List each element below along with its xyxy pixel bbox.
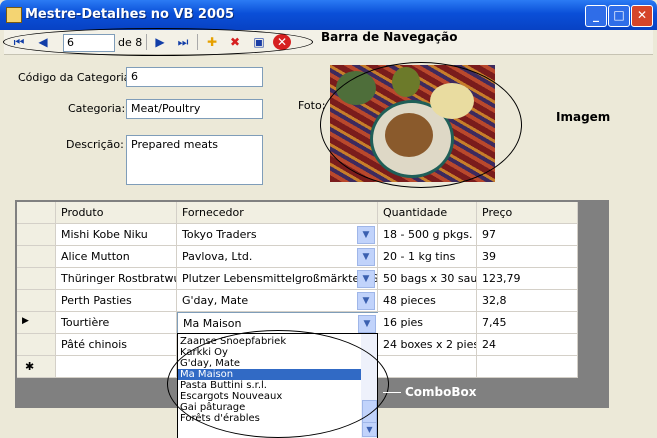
close-button[interactable]: ✕ <box>631 5 653 27</box>
chevron-down-icon[interactable]: ▼ <box>357 292 375 310</box>
header-quantidade[interactable]: Quantidade <box>378 202 477 224</box>
produto-cell[interactable]: Alice Mutton <box>56 246 177 268</box>
row-header[interactable] <box>17 268 56 290</box>
produto-cell[interactable]: Perth Pasties <box>56 290 177 312</box>
produto-cell[interactable]: Mishi Kobe Niku <box>56 224 177 246</box>
image-annotation-ellipse <box>320 62 522 188</box>
preco-cell[interactable] <box>477 356 578 378</box>
app-icon <box>6 7 22 23</box>
quantidade-cell[interactable]: 48 pieces <box>378 290 477 312</box>
descricao-label: Descrição: <box>66 138 124 151</box>
preco-cell[interactable]: 7,45 <box>477 312 578 334</box>
produto-cell[interactable] <box>56 356 177 378</box>
fornecedor-combo[interactable]: Pavlova, Ltd. ▼ <box>177 246 378 268</box>
app-window: Mestre-Detalhes no VB 2005 _ □ ✕ ⏮ ◀ 6 d… <box>0 0 657 438</box>
row-header-corner <box>17 202 56 224</box>
combobox-annotation-ellipse <box>167 330 389 438</box>
chevron-down-icon[interactable]: ▼ <box>357 226 375 244</box>
preco-cell[interactable]: 24 <box>477 334 578 356</box>
quantidade-cell[interactable]: 20 - 1 kg tins <box>378 246 477 268</box>
title-bar[interactable]: Mestre-Detalhes no VB 2005 _ □ ✕ <box>0 0 657 30</box>
preco-cell[interactable]: 97 <box>477 224 578 246</box>
quantidade-cell[interactable]: 18 - 500 g pkgs. <box>378 224 477 246</box>
maximize-button[interactable]: □ <box>608 5 630 27</box>
header-fornecedor[interactable]: Fornecedor <box>177 202 378 224</box>
quantidade-cell[interactable] <box>378 356 477 378</box>
fornecedor-combo[interactable]: G'day, Mate ▼ <box>177 290 378 312</box>
new-row-asterisk-icon[interactable]: ✱ <box>17 356 56 378</box>
preco-cell[interactable]: 39 <box>477 246 578 268</box>
navigation-annotation-ellipse <box>3 28 313 56</box>
chevron-down-icon[interactable]: ▼ <box>357 248 375 266</box>
row-header[interactable] <box>17 246 56 268</box>
codigo-label: Código da Categoria: <box>18 71 135 84</box>
quantidade-cell[interactable]: 50 bags x 30 sau... <box>378 268 477 290</box>
preco-cell[interactable]: 32,8 <box>477 290 578 312</box>
categoria-label: Categoria: <box>68 102 126 115</box>
navigation-annotation-label: Barra de Navegação <box>321 30 458 44</box>
fornecedor-combo[interactable]: Plutzer Lebensmittelgroßmärkte AG ▼ <box>177 268 378 290</box>
annotation-pointer <box>383 392 401 393</box>
row-header[interactable] <box>17 334 56 356</box>
header-produto[interactable]: Produto <box>56 202 177 224</box>
image-annotation-label: Imagem <box>556 110 611 124</box>
fornecedor-combo[interactable]: Tokyo Traders ▼ <box>177 224 378 246</box>
chevron-down-icon[interactable]: ▼ <box>357 270 375 288</box>
window-title: Mestre-Detalhes no VB 2005 <box>25 7 235 22</box>
produto-cell[interactable]: Tourtière <box>56 312 177 334</box>
quantidade-cell[interactable]: 24 boxes x 2 pies <box>378 334 477 356</box>
combobox-annotation-label: ComboBox <box>405 385 477 399</box>
row-header[interactable] <box>17 290 56 312</box>
categoria-field[interactable]: Meat/Poultry <box>126 99 263 119</box>
minimize-button[interactable]: _ <box>585 5 607 27</box>
current-row-indicator-icon[interactable]: ▶ <box>17 312 56 334</box>
foto-label: Foto: <box>298 99 326 112</box>
scroll-down-icon[interactable]: ▼ <box>362 422 377 437</box>
header-preco[interactable]: Preço <box>477 202 578 224</box>
produto-cell[interactable]: Pâté chinois <box>56 334 177 356</box>
descricao-field[interactable]: Prepared meats <box>126 135 263 185</box>
codigo-field[interactable]: 6 <box>126 67 263 87</box>
row-header[interactable] <box>17 224 56 246</box>
produto-cell[interactable]: Thüringer Rostbratwu... <box>56 268 177 290</box>
chevron-down-icon[interactable]: ▼ <box>358 315 376 333</box>
quantidade-cell[interactable]: 16 pies <box>378 312 477 334</box>
preco-cell[interactable]: 123,79 <box>477 268 578 290</box>
